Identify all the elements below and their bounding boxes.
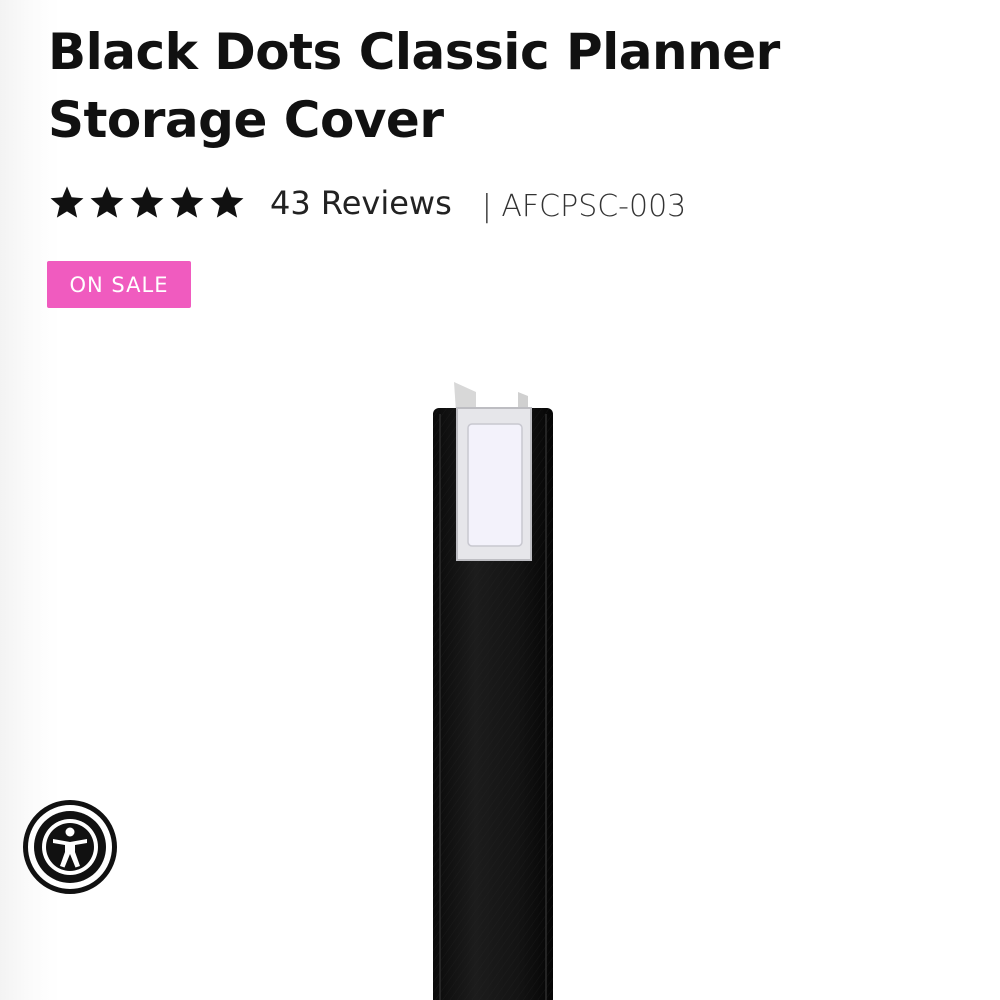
star-icon [50,186,84,218]
reviews-link[interactable]: 43 Reviews [270,184,452,222]
star-icon [170,186,204,218]
star-icon [210,186,244,218]
star-icon [90,186,124,218]
star-icon [130,186,164,218]
product-title: Black Dots Classic Planner Storage Cover [48,23,780,149]
product-image[interactable] [400,370,600,1000]
label-window [467,423,523,547]
accessibility-button[interactable] [23,800,117,894]
product-page: Black Dots Classic Planner Storage Cover… [0,0,1000,1000]
star-rating[interactable] [48,184,246,222]
rating-row: 43 Reviews | AFCPSC-003 [48,178,686,228]
accessibility-icon [34,811,106,883]
product-sku: | AFCPSC-003 [481,188,687,224]
on-sale-badge: ON SALE [47,261,191,308]
